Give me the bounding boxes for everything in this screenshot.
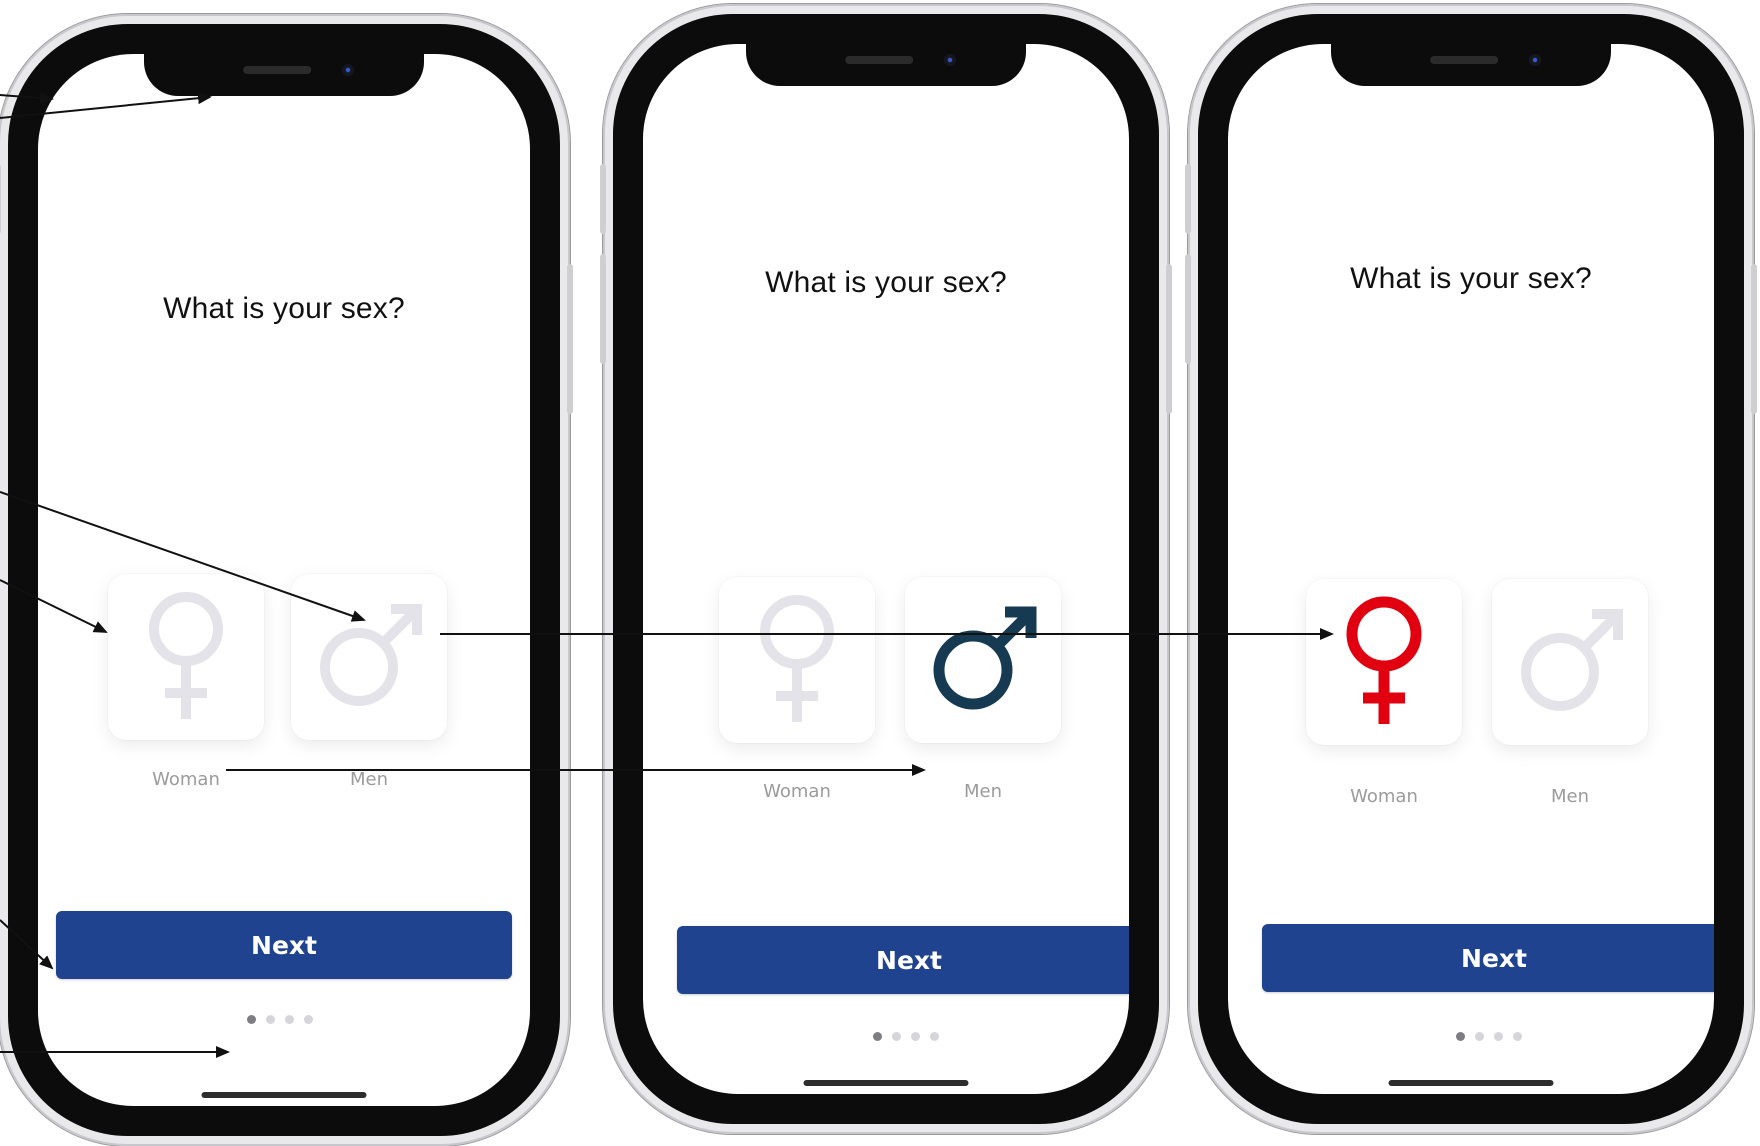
notch [1331, 44, 1611, 86]
option-woman-selected[interactable] [1306, 579, 1462, 745]
option-woman-label: Woman [763, 781, 831, 802]
page-dot-active [873, 1032, 882, 1041]
side-button [600, 164, 606, 234]
notch [746, 44, 1026, 86]
side-button [567, 264, 573, 414]
page-dot [1513, 1032, 1522, 1041]
home-indicator [201, 1092, 367, 1098]
option-men[interactable] [1492, 579, 1648, 745]
female-symbol-icon [149, 592, 223, 719]
next-button[interactable]: Next [56, 911, 512, 979]
option-men-selected[interactable] [905, 577, 1061, 743]
male-symbol-icon [320, 604, 422, 706]
page-indicator [873, 1032, 939, 1041]
page-dot [304, 1015, 313, 1024]
page-dot [285, 1015, 294, 1024]
phone-frame-2: What is your sex? Woman Men Next [600, 4, 1172, 1134]
speaker-grille [1430, 56, 1499, 64]
home-indicator [1388, 1080, 1554, 1086]
side-button [600, 254, 606, 364]
option-men-label: Men [349, 769, 388, 790]
phone-screen-2: What is your sex? Woman Men Next [643, 44, 1129, 1094]
speaker-grille [243, 66, 312, 74]
phone-frame-3: What is your sex? Woman Men Next [1185, 4, 1757, 1134]
camera-icon [342, 64, 354, 76]
phone-bezel: What is your sex? Woman Men Next [1198, 14, 1744, 1124]
question-title: What is your sex? [1350, 262, 1592, 295]
phone-bezel: What is your sex? Woman Men Next [613, 14, 1159, 1124]
page-dot [266, 1015, 275, 1024]
option-men-label: Men [963, 781, 1002, 802]
page-dot [892, 1032, 901, 1041]
camera-icon [1529, 54, 1541, 66]
page-dot [1475, 1032, 1484, 1041]
page-indicator [247, 1015, 313, 1024]
camera-icon [944, 54, 956, 66]
side-button [1185, 254, 1191, 364]
page-dot-active [1456, 1032, 1465, 1041]
question-title: What is your sex? [765, 266, 1007, 299]
side-button [0, 164, 1, 234]
option-men[interactable] [291, 574, 447, 740]
next-button[interactable]: Next [677, 926, 1129, 994]
option-woman[interactable] [719, 577, 875, 743]
page-dot [911, 1032, 920, 1041]
notch [144, 54, 424, 96]
phone-screen-3: What is your sex? Woman Men Next [1228, 44, 1714, 1094]
home-indicator [803, 1080, 969, 1086]
side-button [1185, 164, 1191, 234]
speaker-grille [845, 56, 914, 64]
side-button [1751, 264, 1757, 414]
page-dot [930, 1032, 939, 1041]
option-woman[interactable] [108, 574, 264, 740]
female-symbol-icon [1346, 596, 1422, 724]
question-title: What is your sex? [163, 292, 405, 325]
male-symbol-icon [1521, 609, 1623, 711]
option-woman-label: Woman [1350, 786, 1418, 807]
male-symbol-icon [933, 606, 1037, 710]
next-button[interactable]: Next [1262, 924, 1714, 992]
page-dot-active [247, 1015, 256, 1024]
phone-frame-1: What is your sex? Woman Men Next [0, 14, 573, 1146]
option-men-label: Men [1550, 786, 1589, 807]
side-button [1166, 264, 1172, 414]
option-woman-label: Woman [152, 769, 220, 790]
page-dot [1494, 1032, 1503, 1041]
phone-bezel: What is your sex? Woman Men Next [8, 24, 560, 1136]
female-symbol-icon [760, 595, 834, 722]
phone-screen-1: What is your sex? Woman Men Next [38, 54, 530, 1106]
page-indicator [1456, 1032, 1522, 1041]
